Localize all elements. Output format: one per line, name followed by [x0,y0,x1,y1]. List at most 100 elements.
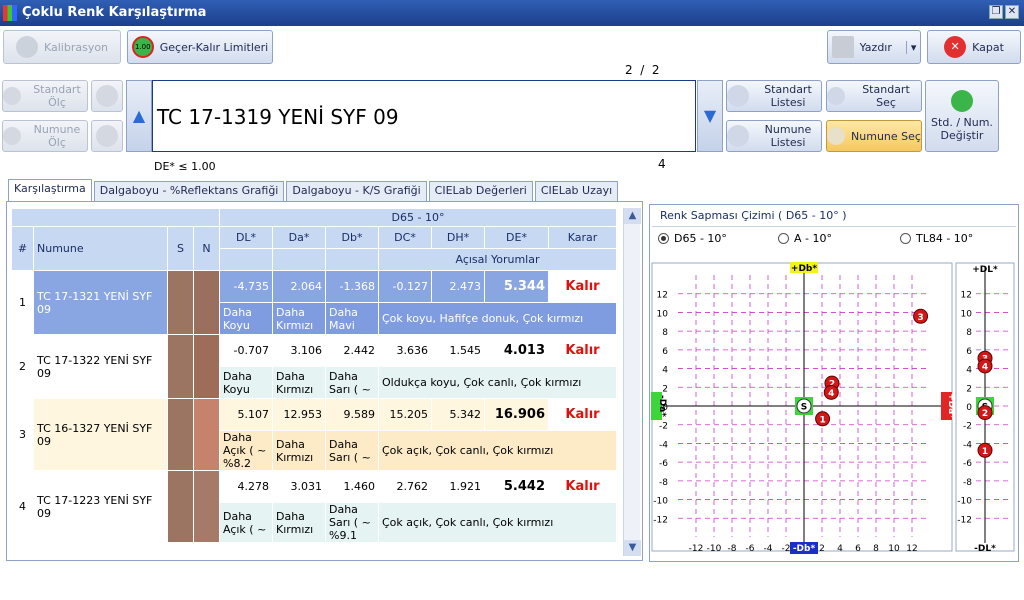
y-tick-label: -12 [653,515,668,525]
calibration-button[interactable]: Kalibrasyon [3,30,121,64]
angular-comment: Çok koyu, Hafifçe donuk, Çok kırmızı [378,302,617,335]
standard-measure-button[interactable]: Standart Ölç [2,80,88,112]
sample-point-label: 4 [828,389,834,399]
angular-comment: Oldukça koyu, Çok canlı, Çok kırmızı [378,366,617,399]
x-tick-label: 2 [819,544,825,554]
comment-db: Daha Sarı ( ~ [325,366,379,399]
decision: Kalır [548,334,617,367]
standard-swatch [167,270,194,335]
cell-dc: 2.762 [378,470,432,503]
right-axis-label: +Da* [946,393,956,419]
standard-measure-alt-button[interactable] [91,80,123,112]
radio-d65[interactable]: D65 - 10° [658,232,727,245]
cell-db: 1.460 [325,470,379,503]
standard-swatch [167,398,194,471]
cell-dh: 5.342 [431,398,485,431]
comment-dl: Daha Koyu [219,366,273,399]
x-tick-label: 10 [888,544,900,554]
satellite-icon [96,85,118,107]
scroll-down-icon[interactable]: ▼ [624,540,641,556]
close-window-button[interactable]: ✕ [1005,5,1019,19]
comment-db: Daha Sarı ( ~ [325,430,379,471]
table-row[interactable]: 2 TC 17-1322 YENİ SYF 09 -0.707 3.106 2.442 3… [11,334,617,399]
table-row[interactable]: 4 TC 17-1223 YENİ SYF 09 4.278 3.031 1.460 2.… [11,470,617,543]
tab-cielab-space[interactable]: CIELab Uzayı [534,181,619,201]
x-tick-label: 8 [873,544,879,554]
deviation-chart: 121086420-2-4-6-8-10-12-12 -10 -8 -6 -4 -2 2 4 6… [651,262,1015,554]
x-tick-label: 4 [837,544,843,554]
select-icon [827,127,846,145]
window-title: Çoklu Renk Karşılaştırma [22,5,207,20]
row-index: 3 [11,398,34,471]
sample-measure-alt-button[interactable] [91,120,123,152]
bottom-axis-label: -Db* [793,544,816,554]
sample-name: TC 17-1223 YENİ SYF 09 [33,470,168,543]
tab-bar: Karşılaştırma Dalgaboyu - %Reflektans Gr… [8,179,620,201]
restore-button[interactable]: ❐ [989,5,1003,19]
dl-tick-label: -10 [957,497,972,507]
comment-dl: Daha Açık ( ~ %8.2 [219,430,273,471]
print-dropdown-icon[interactable]: ▾ [905,40,916,54]
y-tick-label: 10 [657,309,669,319]
comment-da: Daha Kırmızı [272,502,326,543]
comment-db: Daha Sarı ( ~ %9.1 [325,502,379,543]
next-arrow-button[interactable]: ▼ [697,80,723,152]
cell-dl: -0.707 [219,334,273,367]
y-tick-label: 8 [662,328,668,338]
tab-comparison[interactable]: Karşılaştırma [8,179,92,201]
sample-select-button[interactable]: Numune Seç [826,120,922,152]
standard-swatch [167,470,194,543]
x-tick-label: -10 [707,544,722,554]
dl-tick-label: -12 [957,515,972,525]
cell-dl: -4.735 [219,270,273,303]
comparison-table: D65 - 10° # Numune S N DL* Da* Db* DC* D… [11,208,617,543]
dl-point-label: 4 [982,362,988,372]
x-tick-label: -6 [746,544,755,554]
comment-dl: Daha Koyu [219,302,273,335]
table-row[interactable]: 3 TC 16-1327 YENİ SYF 09 5.107 12.953 9.589 1… [11,398,617,471]
table-row[interactable]: 1 TC 17-1321 YENİ SYF 09 -4.735 2.064 -1.368… [11,270,617,335]
pass-fail-limits-button[interactable]: 1.00 Geçer-Kalır Limitleri [127,30,273,64]
cell-dh: 1.545 [431,334,485,367]
tab-ks-chart[interactable]: Dalgaboyu - K/S Grafiği [286,181,427,201]
standard-select-button[interactable]: Standart Seç [826,80,922,112]
sample-swatch [193,470,220,543]
col-da: Da* [272,226,326,249]
y-tick-label: 4 [662,366,668,376]
tolerance-label: DE* ≤ 1.00 [154,160,216,173]
col-s: S [167,226,194,271]
tab-reflectance-chart[interactable]: Dalgaboyu - %Reflektans Grafiği [93,181,285,201]
cell-de: 4.013 [484,334,549,367]
app-icon [3,5,17,21]
sample-point-label: 1 [819,415,825,425]
radio-tl84[interactable]: TL84 - 10° [900,232,973,245]
y-tick-label: -8 [659,478,668,488]
sample-measure-button[interactable]: Numune Ölç [2,120,88,152]
color-deviation-panel: Renk Sapması Çizimi ( D65 - 10° ) D65 - … [649,204,1019,562]
radio-a[interactable]: A - 10° [778,232,832,245]
comment-da: Daha Kırmızı [272,302,326,335]
standard-swatch [167,334,194,399]
standard-list-button[interactable]: Standart Listesi [726,80,822,112]
sample-count: 4 [658,157,666,171]
printer-icon [831,36,854,58]
table-scrollbar[interactable]: ▲ ▼ [623,208,641,556]
x-tick-label: 6 [855,544,861,554]
y-tick-label: -10 [653,497,668,507]
spectro-icon [3,87,21,105]
sample-list-button[interactable]: Numune Listesi [726,120,822,152]
close-button[interactable]: ✕ Kapat [927,30,1021,64]
comment-dl: Daha Açık ( ~ [219,502,273,543]
list-icon [727,85,749,107]
print-button[interactable]: Yazdır ▾ [827,30,921,64]
satellite-icon [15,36,38,58]
cell-de: 16.906 [484,398,549,431]
tab-cielab-values[interactable]: CIELab Değerleri [428,181,533,201]
top-axis-label: +Db* [791,264,817,274]
cell-dl: 4.278 [219,470,273,503]
previous-arrow-button[interactable]: ▲ [126,80,152,152]
swap-button[interactable]: Std. / Num. Değiştir [925,80,999,152]
cell-dh: 2.473 [431,270,485,303]
decision: Kalır [548,398,617,431]
scroll-up-icon[interactable]: ▲ [624,208,641,224]
